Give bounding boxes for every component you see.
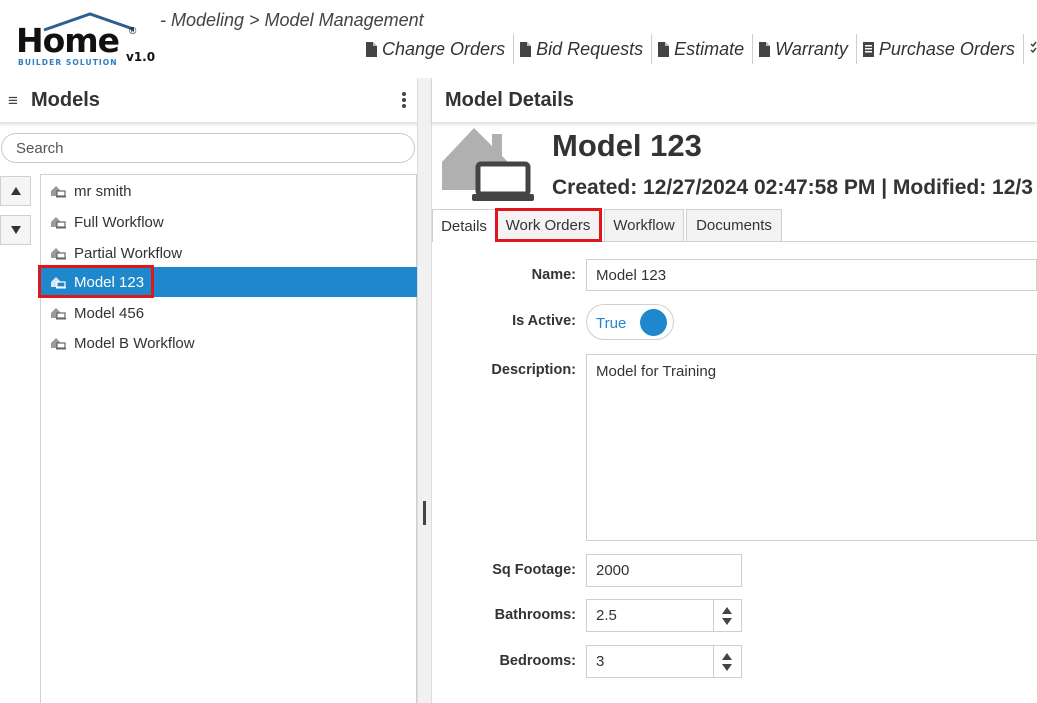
nav-label: Purchase Orders: [878, 38, 1015, 59]
model-list-item[interactable]: Model B Workflow: [41, 328, 417, 358]
tab-label: Documents: [696, 217, 772, 234]
description-value: Model for Training: [596, 363, 717, 380]
model-name-heading: Model 123: [552, 128, 702, 163]
house-laptop-icon: [51, 276, 66, 288]
nav-label: Bid Requests: [536, 38, 644, 59]
arrow-up-icon: [10, 187, 21, 195]
document-icon: [658, 41, 670, 57]
splitter-grip-icon[interactable]: [423, 501, 426, 525]
model-list-label: Model 456: [74, 304, 145, 322]
nav-label: Change Orders: [382, 38, 506, 59]
nav-label: Warranty: [775, 38, 848, 59]
breadcrumb: - Modeling > Model Management: [160, 10, 424, 30]
bathrooms-label: Bathrooms:: [494, 607, 576, 623]
tab-documents[interactable]: Documents: [686, 209, 782, 241]
increment-icon[interactable]: [722, 653, 732, 660]
model-list-label: Model B Workflow: [74, 334, 195, 352]
model-details-header: Model Details: [432, 78, 1037, 123]
house-laptop-icon: [442, 128, 534, 201]
tab-label: Details: [441, 217, 487, 235]
model-search-input[interactable]: [1, 133, 415, 163]
nav-bid-requests[interactable]: Bid Requests: [514, 34, 653, 64]
model-list-label: mr smith: [74, 182, 132, 200]
is-active-toggle[interactable]: True: [586, 304, 674, 340]
house-laptop-icon: [51, 216, 66, 228]
document-icon: [759, 41, 771, 57]
description-textarea[interactable]: Model for Training: [586, 354, 1037, 541]
move-down-button[interactable]: [0, 215, 31, 245]
increment-icon[interactable]: [722, 607, 732, 614]
bedrooms-label: Bedrooms:: [499, 653, 576, 669]
model-list-item-selected[interactable]: Model 123: [41, 267, 417, 297]
home-builder-logo[interactable]: Home ® BUILDER SOLUTION v1.0: [14, 12, 156, 67]
name-value: Model 123: [596, 266, 667, 284]
stepper-buttons[interactable]: [713, 600, 741, 631]
app-version: v1.0: [126, 50, 156, 64]
tab-label: Workflow: [613, 217, 675, 234]
logo-registered-mark: ®: [129, 26, 137, 37]
model-list-item[interactable]: Partial Workflow: [41, 238, 417, 268]
house-laptop-icon: [51, 337, 66, 349]
model-list-label: Partial Workflow: [74, 244, 183, 262]
bathrooms-stepper[interactable]: 2.5: [586, 599, 742, 632]
house-laptop-icon: [51, 185, 66, 197]
sq-footage-value: 2000: [596, 562, 630, 579]
arrow-down-icon: [10, 226, 21, 234]
model-list-item[interactable]: mr smith: [41, 176, 417, 206]
bedrooms-value: 3: [596, 653, 605, 670]
bathrooms-value: 2.5: [596, 607, 617, 624]
name-label: Name:: [531, 267, 576, 283]
logo-subtitle: BUILDER SOLUTION: [18, 58, 118, 67]
house-laptop-icon: [51, 247, 66, 259]
nav-more[interactable]: [1024, 34, 1037, 64]
model-details-title: Model Details: [445, 89, 574, 111]
models-panel-header: ≡ Models: [0, 78, 424, 123]
models-list: mr smith Full Workflow Partial Workflow …: [40, 174, 417, 703]
bedrooms-stepper[interactable]: 3: [586, 645, 742, 678]
document-icon: [520, 41, 532, 57]
description-label: Description:: [491, 362, 576, 378]
hamburger-menu-icon[interactable]: ≡: [8, 91, 18, 111]
decrement-icon[interactable]: [722, 664, 732, 671]
name-field[interactable]: Model 123: [586, 259, 1037, 291]
sq-footage-field[interactable]: 2000: [586, 554, 742, 587]
tab-details[interactable]: Details: [432, 209, 496, 242]
nav-label: Estimate: [674, 38, 745, 59]
tab-label: Work Orders: [505, 217, 591, 234]
tab-work-orders[interactable]: Work Orders: [496, 209, 600, 241]
receipt-icon: [862, 41, 874, 57]
detail-tabs: Details Work Orders Workflow Documents: [432, 209, 1037, 242]
nav-warranty[interactable]: Warranty: [753, 34, 857, 64]
is-active-label: Is Active:: [512, 313, 576, 329]
sq-footage-label: Sq Footage:: [492, 562, 576, 578]
model-list-item[interactable]: Model 456: [41, 298, 417, 328]
document-icon: [366, 41, 377, 57]
decrement-icon[interactable]: [722, 618, 732, 625]
stepper-buttons[interactable]: [713, 646, 741, 677]
tab-workflow[interactable]: Workflow: [604, 209, 684, 241]
nav-change-orders[interactable]: Change Orders: [360, 34, 515, 64]
top-nav: Change Orders Bid Requests Estimate Warr…: [360, 34, 1037, 64]
toggle-state-text: True: [596, 315, 627, 332]
kebab-menu-icon[interactable]: [400, 91, 408, 109]
model-list-label: Full Workflow: [74, 213, 164, 231]
top-header: Home ® BUILDER SOLUTION v1.0 - Modeling …: [0, 0, 1037, 79]
house-laptop-icon: [51, 307, 66, 319]
models-panel-title: Models: [31, 89, 100, 111]
model-list-item[interactable]: Full Workflow: [41, 207, 417, 237]
toggle-knob: [640, 309, 667, 336]
logo-wordmark: Home: [16, 21, 120, 60]
move-up-button[interactable]: [0, 176, 31, 206]
model-created-modified: Created: 12/27/2024 02:47:58 PM | Modifi…: [552, 176, 1033, 199]
nav-purchase-orders[interactable]: Purchase Orders: [857, 34, 1024, 64]
model-list-label: Model 123: [74, 273, 145, 291]
nav-estimate[interactable]: Estimate: [652, 34, 754, 64]
checklist-icon: [1030, 41, 1037, 54]
